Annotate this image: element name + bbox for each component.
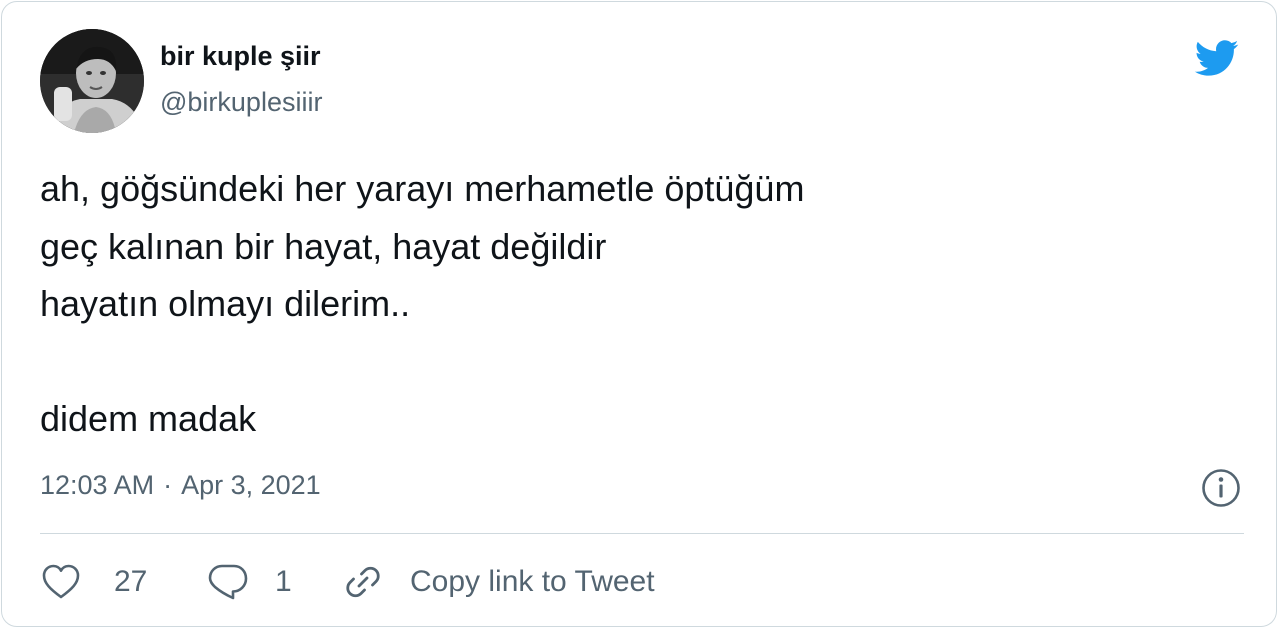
author-handle[interactable]: @birkuplesiiir (160, 86, 322, 118)
copy-link-button[interactable]: Copy link to Tweet (340, 558, 655, 606)
heart-icon (42, 564, 80, 599)
tweet-card: bir kuple şiir @birkuplesiiir ah, göğsün… (1, 1, 1277, 627)
divider (40, 533, 1244, 534)
tweet-date[interactable]: Apr 3, 2021 (181, 470, 321, 500)
action-bar: 27 1 Copy link to Tweet (2, 558, 1278, 606)
reply-count: 1 (275, 565, 292, 598)
tweet-line: didem madak (40, 398, 257, 439)
like-button[interactable]: 27 (40, 558, 147, 606)
copy-link-label[interactable]: Copy link to Tweet (410, 565, 655, 599)
avatar[interactable] (40, 29, 144, 133)
reply-button[interactable]: 1 (206, 558, 292, 606)
twitter-bird-icon[interactable] (1188, 35, 1244, 81)
avatar-photo (40, 29, 144, 133)
info-icon[interactable] (1199, 466, 1243, 510)
tweet-text: ah, göğsündeki her yarayı merhametle öpt… (40, 160, 1240, 448)
reply-bubble-icon (208, 564, 248, 600)
tweet-line: hayatın olmayı dilerim.. (40, 283, 411, 324)
link-icon (346, 566, 380, 598)
like-count: 27 (114, 565, 148, 598)
tweet-line: ah, göğsündeki her yarayı merhametle öpt… (40, 168, 805, 209)
timestamp-separator: · (163, 470, 173, 500)
tweet-line: geç kalınan bir hayat, hayat değildir (40, 225, 607, 267)
tweet-timestamp[interactable]: 12:03 AM · Apr 3, 2021 (40, 468, 321, 502)
tweet-time[interactable]: 12:03 AM (40, 470, 154, 500)
author-display-name[interactable]: bir kuple şiir (160, 40, 321, 72)
